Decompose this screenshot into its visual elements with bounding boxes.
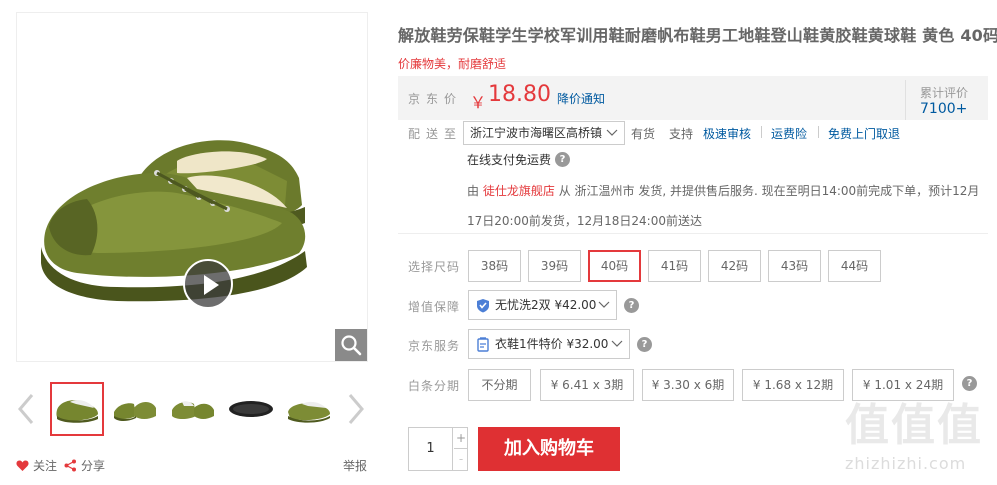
main-product-image[interactable] [16, 12, 368, 362]
thumbnail-1[interactable] [50, 382, 104, 436]
thumbnail-shoe-image [288, 401, 330, 423]
rating-summary[interactable]: 累计评价 7100+ [905, 80, 988, 120]
warranty-label: 增值保障 [408, 300, 461, 314]
rating-label: 累计评价 [920, 86, 969, 100]
report-label: 举报 [343, 459, 368, 473]
question-icon[interactable]: ? [962, 376, 977, 391]
size-option[interactable]: 42码 [708, 250, 761, 282]
size-option[interactable]: 44码 [828, 250, 881, 282]
size-option[interactable]: 39码 [528, 250, 581, 282]
warranty-value: 无忧洗2双 ¥42.00 [495, 298, 597, 312]
thumb-prev-arrow[interactable] [16, 392, 36, 426]
free-shipping-label: 在线支付免运费 [467, 153, 552, 167]
shipping-desc-prefix: 由 [467, 184, 480, 198]
quantity-decrease-button[interactable]: - [454, 449, 468, 470]
quantity-increase-button[interactable]: + [454, 428, 468, 449]
thumbnail-shoe-image [114, 402, 156, 421]
add-to-cart-button[interactable]: 加入购物车 [478, 427, 620, 471]
installment-option[interactable]: 不分期 [468, 369, 531, 401]
watermark-url: zhizhizhi.com [845, 454, 967, 473]
chevron-left-icon [18, 394, 34, 424]
magnifier-icon [341, 335, 362, 356]
share-icon [64, 459, 76, 472]
rating-count: 7100+ [920, 101, 968, 117]
free-shipping-note: 在线支付免运费 ? [467, 151, 571, 168]
shipping-description: 由 徒仕龙旗舰店 从 浙江温州市 发货, 并提供售后服务. 现在至明日14:00… [467, 176, 987, 236]
thumbnail-3[interactable] [166, 382, 220, 436]
size-label: 选择尺码 [408, 260, 461, 274]
size-option[interactable]: 41码 [648, 250, 701, 282]
question-icon[interactable]: ? [637, 337, 652, 352]
shop-name-link[interactable]: 徒仕龙旗舰店 [483, 184, 555, 198]
thumbnail-strip [16, 382, 368, 438]
price-drop-notice-link[interactable]: 降价通知 [557, 90, 605, 107]
thumbnail-2[interactable] [108, 382, 162, 436]
installment-option[interactable]: ¥ 1.68 x 12期 [742, 369, 844, 401]
divider [818, 126, 819, 138]
play-video-button[interactable] [183, 259, 233, 309]
shipping-location-select[interactable]: 浙江宁波市海曙区高桥镇 [463, 121, 625, 145]
question-icon[interactable]: ? [555, 152, 571, 167]
installment-option[interactable]: ¥ 3.30 x 6期 [642, 369, 734, 401]
chevron-down-icon [611, 340, 623, 347]
jd-service-value: 衣鞋1件特价 ¥32.00 [495, 337, 609, 351]
chevron-down-icon [606, 129, 618, 136]
shipping-label: 配送至 [408, 127, 463, 141]
watermark-mark: 值值值 [845, 400, 983, 451]
follow-label: 关注 [33, 459, 58, 473]
price-value: 18.80 [488, 82, 551, 107]
chevron-right-icon [348, 394, 364, 424]
warranty-select[interactable]: 无忧洗2双 ¥42.00 [468, 290, 617, 320]
share-link[interactable]: 分享 [64, 457, 105, 474]
thumbnail-shoe-image [172, 401, 214, 419]
product-title: 解放鞋劳保鞋学生学校军训用鞋耐磨帆布鞋男工地鞋登山鞋黄胶鞋黄球鞋 黄色 40码 [398, 26, 997, 45]
price-box: 京东价 ￥ 18.80 降价通知 累计评价 7100+ [398, 76, 988, 120]
heart-icon [16, 460, 29, 471]
site-watermark: 值值值 zhizhizhi.com [845, 402, 995, 482]
thumbnail-sole-image [229, 401, 273, 417]
shipping-location-value: 浙江宁波市海曙区高桥镇 [470, 126, 603, 140]
thumb-next-arrow[interactable] [346, 392, 366, 426]
question-icon[interactable]: ? [624, 298, 639, 313]
clothes-icon [477, 337, 489, 352]
follow-link[interactable]: 关注 [16, 457, 57, 474]
product-subtitle: 价廉物美，耐磨舒适 [398, 57, 507, 71]
installment-option[interactable]: ¥ 1.01 x 24期 [852, 369, 954, 401]
jd-service-label: 京东服务 [408, 339, 461, 353]
zoom-button[interactable] [335, 329, 367, 361]
share-label: 分享 [81, 459, 106, 473]
service-freight-insurance-link[interactable]: 运费险 [771, 125, 807, 142]
shield-icon [477, 299, 489, 313]
size-option[interactable]: 38码 [468, 250, 521, 282]
size-option[interactable]: 43码 [768, 250, 821, 282]
service-fast-review-link[interactable]: 极速审核 [703, 125, 751, 142]
quantity-stepper: 1 + - [408, 427, 468, 471]
price-label: 京东价 [408, 92, 463, 106]
thumbnail-shoe-image [56, 400, 98, 423]
chevron-down-icon [598, 301, 610, 308]
stock-status: 有货 [631, 127, 656, 141]
report-link[interactable]: 举报 [343, 457, 367, 474]
quantity-input[interactable]: 1 [409, 428, 453, 470]
gallery-actions: 关注 分享 举报 [16, 457, 368, 475]
size-option[interactable]: 40码 [588, 250, 641, 282]
section-divider [398, 233, 988, 234]
service-free-return-link[interactable]: 免费上门取退 [828, 125, 900, 142]
installment-label: 白条分期 [408, 379, 461, 393]
divider [761, 126, 762, 138]
support-label: 支持 [669, 127, 694, 141]
installment-option[interactable]: ¥ 6.41 x 3期 [540, 369, 634, 401]
thumbnail-5[interactable] [282, 382, 336, 436]
thumbnail-4[interactable] [224, 382, 278, 436]
price-currency: ￥ [470, 93, 487, 112]
jd-service-select[interactable]: 衣鞋1件特价 ¥32.00 [468, 329, 630, 359]
